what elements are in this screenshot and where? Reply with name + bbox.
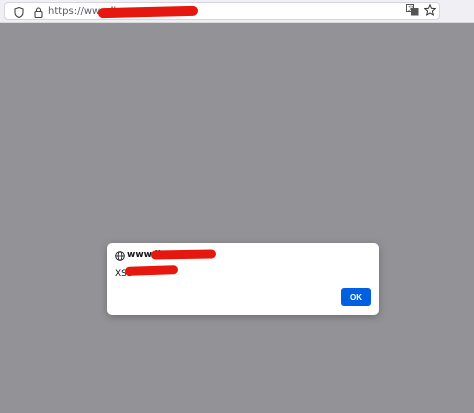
svg-text:文: 文 [408, 5, 414, 13]
star-icon[interactable] [423, 3, 437, 17]
ok-button[interactable]: OK [341, 288, 371, 306]
lock-icon[interactable] [32, 6, 44, 18]
browser-toolbar: https://www.lin 文 [0, 0, 474, 23]
translate-icon[interactable]: 文 [405, 3, 419, 17]
redaction-mark [124, 265, 179, 276]
shield-icon[interactable] [13, 6, 25, 18]
address-bar[interactable]: https://www.lin [4, 2, 440, 20]
redaction-mark [150, 249, 217, 260]
alert-dialog: www.lin XSS OK [107, 243, 379, 315]
globe-icon [115, 251, 125, 261]
